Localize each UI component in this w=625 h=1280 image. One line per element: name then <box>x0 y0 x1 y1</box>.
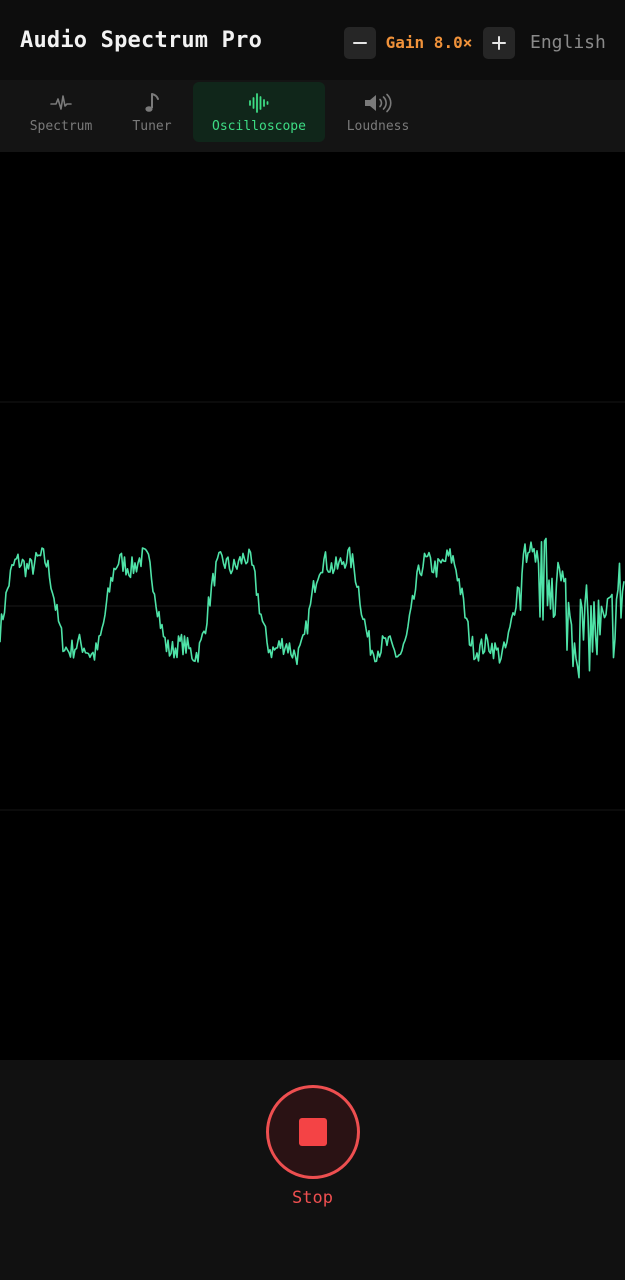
control-panel: Stop <box>0 1060 625 1280</box>
gain-increase-button[interactable] <box>483 27 515 59</box>
speaker-icon <box>363 91 393 115</box>
gain-decrease-button[interactable] <box>344 27 376 59</box>
waveform-canvas <box>0 401 625 811</box>
minus-icon <box>353 42 367 44</box>
waveform-trace <box>0 537 625 679</box>
mode-tab-bar: Spectrum Tuner Oscilloscope Loudness <box>0 80 625 152</box>
pulse-icon <box>50 91 72 115</box>
music-note-icon <box>143 91 161 115</box>
tab-oscilloscope[interactable]: Oscilloscope <box>193 82 325 142</box>
app-title: Audio Spectrum Pro <box>20 28 263 53</box>
waveform-icon <box>248 91 270 115</box>
tab-loudness-label: Loudness <box>346 119 410 134</box>
stop-label: Stop <box>292 1188 333 1208</box>
oscilloscope-display <box>0 152 625 1060</box>
tab-loudness[interactable]: Loudness <box>340 82 416 142</box>
language-selector[interactable]: English <box>530 32 606 53</box>
tab-oscilloscope-label: Oscilloscope <box>212 119 306 134</box>
app-header: Audio Spectrum Pro Gain 8.0× English <box>0 0 625 80</box>
gain-value: Gain 8.0× <box>385 33 473 52</box>
tab-spectrum-label: Spectrum <box>29 119 93 134</box>
tab-spectrum[interactable]: Spectrum <box>22 82 100 142</box>
tab-tuner-label: Tuner <box>132 119 172 134</box>
stop-icon <box>299 1118 327 1146</box>
plus-icon <box>492 36 506 50</box>
tab-tuner[interactable]: Tuner <box>122 82 182 142</box>
stop-button[interactable] <box>266 1085 360 1179</box>
